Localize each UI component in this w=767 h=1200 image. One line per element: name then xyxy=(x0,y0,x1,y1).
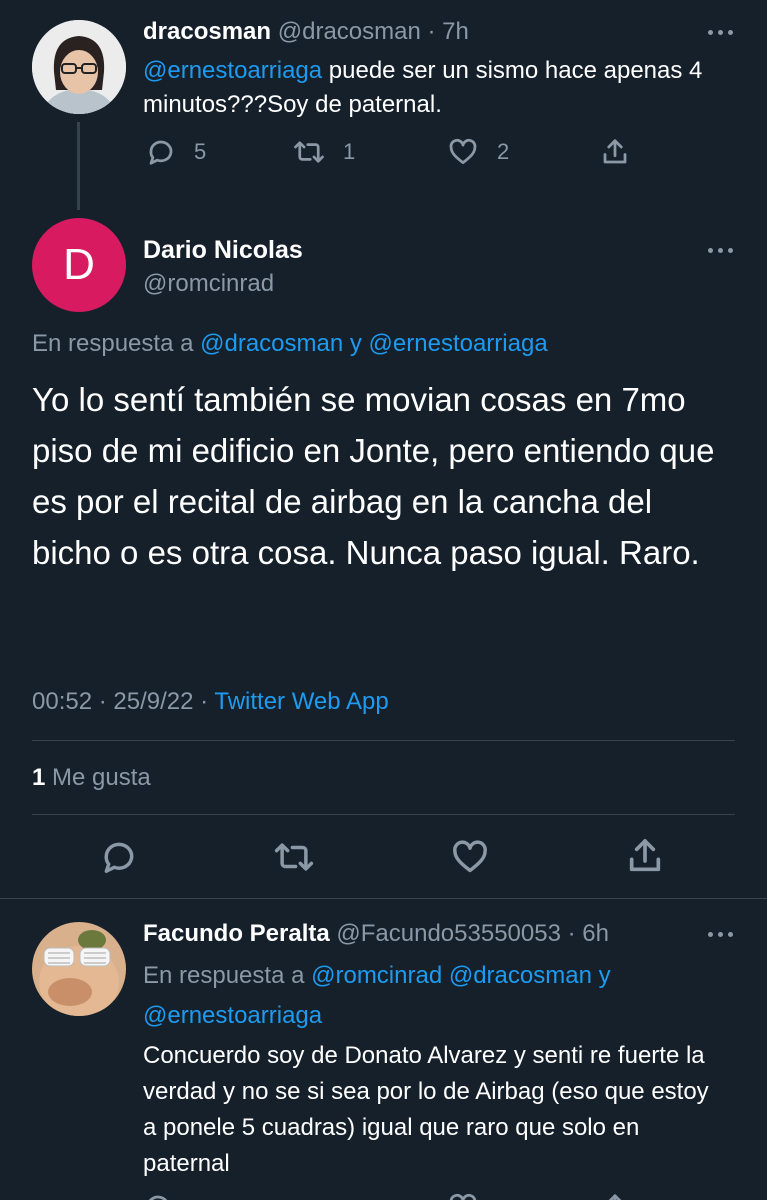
tweet3-author-name[interactable]: Facundo Peralta xyxy=(143,920,330,947)
heart-icon xyxy=(453,840,487,873)
likes-label: Me gusta xyxy=(45,764,151,791)
avatar-dario-nicolas[interactable]: D xyxy=(32,218,126,312)
reply-mention-dracosman[interactable]: @dracosman xyxy=(200,330,343,357)
tweet1-like-count: 2 xyxy=(497,139,510,164)
thread-connector-line xyxy=(77,122,80,210)
tweet1-reply-button[interactable]: 5 xyxy=(146,137,206,167)
tweet1-mention[interactable]: @ernestoarriaga xyxy=(143,57,322,84)
main-source[interactable]: Twitter Web App xyxy=(214,688,388,715)
main-tweet-text: Yo lo sentí también se movian cosas en 7… xyxy=(32,381,715,571)
reply-icon xyxy=(149,140,173,165)
tweet1-author-handle[interactable]: @dracosman xyxy=(278,18,421,45)
tweet3-reply-context: En respuesta a @romcinrad @dracosman y @… xyxy=(143,962,611,1029)
reply-mention-romcinrad[interactable]: @romcinrad xyxy=(311,962,442,989)
main-likes-summary[interactable]: 1 Me gusta xyxy=(32,762,151,794)
divider xyxy=(32,814,735,815)
main-share-button[interactable] xyxy=(625,836,665,881)
tweet3-text: Concuerdo soy de Donato Alvarez y senti … xyxy=(143,1042,709,1177)
heart-icon xyxy=(449,138,477,164)
tweet3-header: Facundo Peralta @Facundo53550053 · 6h xyxy=(143,918,609,950)
main-like-button[interactable] xyxy=(450,838,490,881)
main-retweet-button[interactable] xyxy=(273,838,315,881)
tweet1-more-icon[interactable] xyxy=(708,30,733,35)
main-reply-context: En respuesta a @dracosman y @ernestoarri… xyxy=(32,330,548,357)
retweet-icon xyxy=(294,141,324,163)
tweet1-retweet-count: 1 xyxy=(343,139,356,164)
tweet1-time[interactable]: · 7h xyxy=(428,18,469,45)
avatar-dracosman[interactable] xyxy=(32,20,126,114)
main-author-name[interactable]: Dario Nicolas xyxy=(143,234,303,266)
tweet1-author-name[interactable]: dracosman xyxy=(143,18,271,45)
reply-icon xyxy=(104,842,134,873)
likes-count: 1 xyxy=(32,764,46,791)
share-icon[interactable] xyxy=(600,1192,630,1200)
reply-icon[interactable] xyxy=(143,1192,173,1200)
retweet-icon xyxy=(274,843,314,871)
main-reply-button[interactable] xyxy=(100,838,138,881)
divider xyxy=(0,898,767,899)
tweet1-share-button[interactable] xyxy=(600,137,630,167)
reply-mention-ernestoarriaga[interactable]: @ernestoarriaga xyxy=(143,1002,322,1029)
reply-mention-dracosman[interactable]: @dracosman xyxy=(449,962,592,989)
share-icon xyxy=(629,839,661,872)
avatar-facundo-peralta[interactable] xyxy=(32,922,126,1016)
divider xyxy=(32,740,735,741)
reply-mention-ernestoarriaga[interactable]: @ernestoarriaga xyxy=(369,330,548,357)
tweet3-more-icon[interactable] xyxy=(708,932,733,937)
tweet3-actions-partial xyxy=(143,1192,643,1200)
main-author-handle[interactable]: @romcinrad xyxy=(143,268,274,300)
tweet1-like-button[interactable]: 2 xyxy=(447,137,509,167)
avatar-letter: D xyxy=(63,240,95,289)
tweet1-reply-count: 5 xyxy=(194,139,207,164)
main-timestamp[interactable]: 00:52 · 25/9/22 · xyxy=(32,688,214,715)
main-more-icon[interactable] xyxy=(708,248,733,253)
tweet1-header: dracosman @dracosman · 7h xyxy=(143,16,469,48)
tweet3-time[interactable]: · 6h xyxy=(568,920,609,947)
main-timestamp-row: 00:52 · 25/9/22 · Twitter Web App xyxy=(32,686,389,718)
tweet1-retweet-button[interactable]: 1 xyxy=(293,137,355,167)
heart-icon[interactable] xyxy=(447,1192,479,1200)
tweet3-author-handle[interactable]: @Facundo53550053 xyxy=(336,920,561,947)
tweet1-text: @ernestoarriaga puede ser un sismo hace … xyxy=(143,57,703,118)
share-icon xyxy=(603,139,627,164)
